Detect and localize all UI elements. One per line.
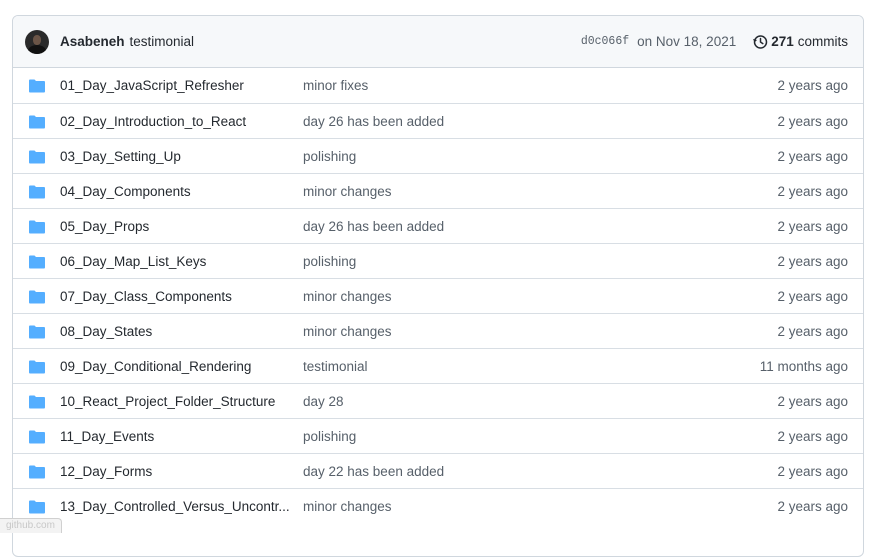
file-commit-message-link[interactable]: minor fixes (303, 78, 368, 93)
file-commit-message-link[interactable]: minor changes (303, 324, 392, 339)
history-icon (753, 34, 768, 49)
folder-icon (29, 465, 45, 479)
file-name-link[interactable]: 08_Day_States (60, 324, 152, 339)
commits-label: commits (797, 34, 848, 49)
folder-icon (29, 185, 45, 199)
folder-icon (29, 255, 45, 269)
commit-sha-link[interactable]: d0c066f (581, 35, 629, 48)
file-row[interactable]: 04_Day_Components minor changes 2 years ag… (13, 173, 863, 208)
file-commit-message-link[interactable]: minor changes (303, 184, 392, 199)
file-row[interactable]: 05_Day_Props day 26 has been added 2 years… (13, 208, 863, 243)
folder-icon (29, 325, 45, 339)
file-commit-age: 2 years ago (777, 183, 848, 199)
file-name-link[interactable]: 13_Day_Controlled_Versus_Uncontr... (60, 499, 290, 514)
commits-link[interactable]: 271 commits (752, 34, 848, 50)
file-commit-age: 2 years ago (777, 463, 848, 479)
file-commit-message-link[interactable]: minor changes (303, 289, 392, 304)
file-commit-age: 2 years ago (777, 78, 848, 93)
folder-icon (29, 220, 45, 234)
file-row[interactable]: 01_Day_JavaScript_Refresher minor fixes 2 … (13, 68, 863, 103)
folder-icon (29, 395, 45, 409)
file-commit-message-link[interactable]: polishing (303, 254, 356, 269)
folder-icon (29, 360, 45, 374)
file-row[interactable]: 02_Day_Introduction_to_React day 26 has b… (13, 103, 863, 138)
file-row[interactable]: 09_Day_Conditional_Rendering testimonial 1… (13, 348, 863, 383)
file-rows: 01_Day_JavaScript_Refresher minor fixes 2 … (13, 68, 863, 523)
file-name-link[interactable]: 10_React_Project_Folder_Structure (60, 394, 275, 409)
file-commit-age: 2 years ago (777, 323, 848, 339)
commit-message-link[interactable]: testimonial (130, 34, 195, 49)
folder-icon (29, 290, 45, 304)
file-commit-message-link[interactable]: polishing (303, 149, 356, 164)
file-commit-message-link[interactable]: minor changes (303, 499, 392, 514)
file-commit-message-link[interactable]: testimonial (303, 359, 368, 374)
commit-count: 271 (771, 34, 794, 49)
file-commit-message-link[interactable]: day 26 has been added (303, 219, 444, 234)
file-commit-age: 2 years ago (777, 428, 848, 444)
file-commit-age: 11 months ago (759, 358, 848, 374)
file-name-link[interactable]: 09_Day_Conditional_Rendering (60, 359, 251, 374)
status-bar: github.com (0, 518, 62, 533)
file-row[interactable]: 11_Day_Events polishing 2 years ago (13, 418, 863, 453)
file-commit-age: 2 years ago (777, 288, 848, 304)
file-commit-age: 2 years ago (777, 218, 848, 234)
file-name-link[interactable]: 12_Day_Forms (60, 464, 152, 479)
file-commit-message-link[interactable]: day 26 has been added (303, 114, 444, 129)
file-row[interactable]: 03_Day_Setting_Up polishing 2 years ago (13, 138, 863, 173)
file-commit-age: 2 years ago (777, 393, 848, 409)
file-list-box: Asabeneh testimonial d0c066f on Nov 18, … (12, 15, 864, 557)
file-name-link[interactable]: 01_Day_JavaScript_Refresher (60, 78, 244, 93)
file-commit-age: 2 years ago (777, 113, 848, 129)
file-commit-message-link[interactable]: day 22 has been added (303, 464, 444, 479)
file-name-link[interactable]: 11_Day_Events (60, 429, 154, 444)
folder-icon (29, 115, 45, 129)
folder-icon (29, 79, 45, 93)
file-commit-message-link[interactable]: polishing (303, 429, 356, 444)
file-name-link[interactable]: 02_Day_Introduction_to_React (60, 114, 246, 129)
file-row[interactable]: 06_Day_Map_List_Keys polishing 2 years ago (13, 243, 863, 278)
file-row[interactable]: 07_Day_Class_Components minor changes 2 ye… (13, 278, 863, 313)
file-row[interactable]: 12_Day_Forms day 22 has been added 2 years… (13, 453, 863, 488)
file-name-link[interactable]: 03_Day_Setting_Up (60, 149, 181, 164)
file-commit-message-link[interactable]: day 28 (303, 394, 344, 409)
latest-commit-header: Asabeneh testimonial d0c066f on Nov 18, … (13, 16, 863, 68)
file-commit-age: 2 years ago (777, 498, 848, 514)
file-name-link[interactable]: 04_Day_Components (60, 184, 191, 199)
file-name-link[interactable]: 06_Day_Map_List_Keys (60, 254, 206, 269)
file-row[interactable]: 13_Day_Controlled_Versus_Uncontr... minor… (13, 488, 863, 523)
folder-icon (29, 430, 45, 444)
file-commit-age: 2 years ago (777, 148, 848, 164)
folder-icon (29, 500, 45, 514)
file-name-link[interactable]: 05_Day_Props (60, 219, 149, 234)
file-row[interactable]: 10_React_Project_Folder_Structure day 28 2… (13, 383, 863, 418)
file-commit-age: 2 years ago (777, 253, 848, 269)
avatar[interactable] (25, 29, 49, 54)
file-name-link[interactable]: 07_Day_Class_Components (60, 289, 232, 304)
folder-icon (29, 150, 45, 164)
commit-author-link[interactable]: Asabeneh (60, 34, 125, 49)
file-row[interactable]: 08_Day_States minor changes 2 years ago (13, 313, 863, 348)
commit-date: on Nov 18, 2021 (637, 34, 737, 49)
